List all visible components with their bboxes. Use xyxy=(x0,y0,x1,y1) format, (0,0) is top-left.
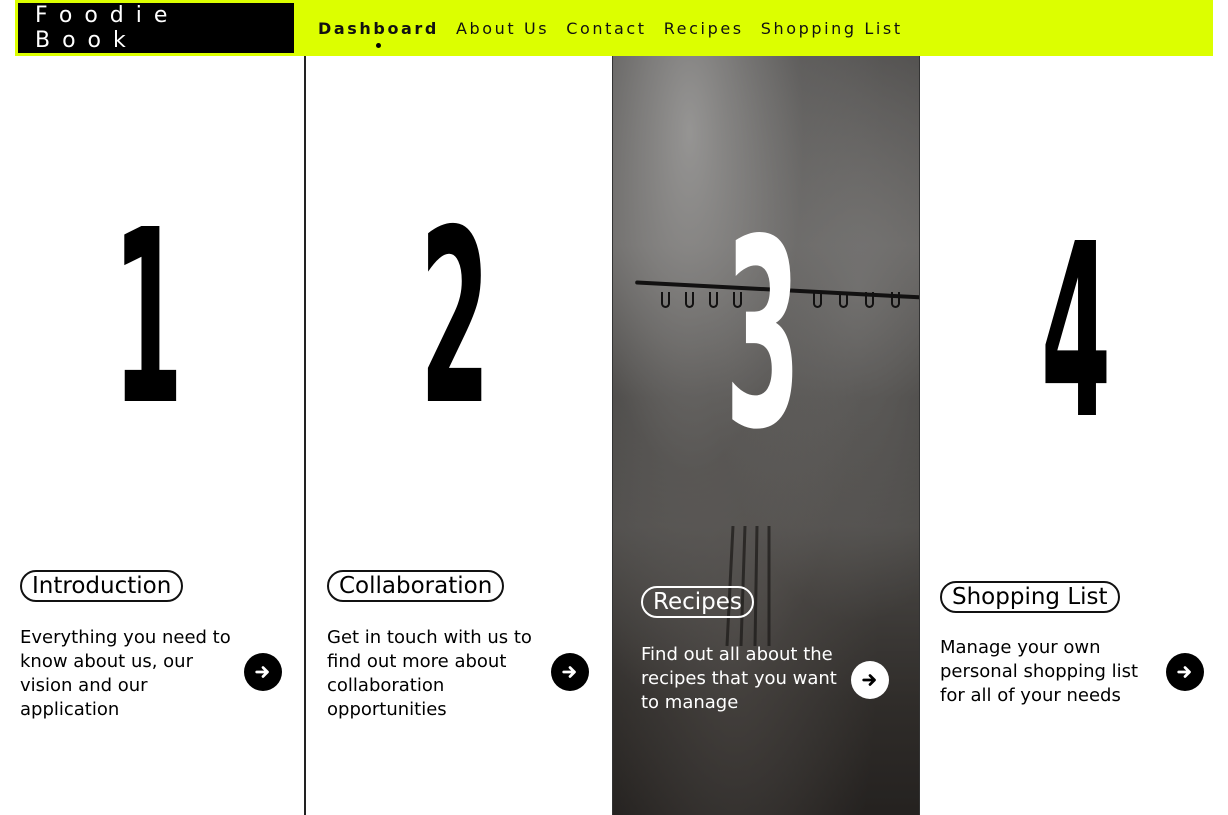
card-recipes[interactable]: 3 Recipes Find out all about the recipes… xyxy=(612,56,920,815)
nav-link-shopping-list[interactable]: Shopping List xyxy=(761,19,903,38)
brand-logo[interactable]: Foodie Book xyxy=(18,3,294,53)
nav-link-recipes[interactable]: Recipes xyxy=(664,19,744,38)
card-introduction[interactable]: 1 Introduction Everything you need to kn… xyxy=(0,56,306,815)
nav-link-contact[interactable]: Contact xyxy=(566,19,646,38)
nav-link-dashboard[interactable]: Dashboard xyxy=(318,18,439,48)
card-title-pill: Collaboration xyxy=(327,570,505,602)
nav-link-about-us[interactable]: About Us xyxy=(456,19,549,38)
nav-link-label: Contact xyxy=(566,18,647,38)
arrow-right-button[interactable] xyxy=(1166,653,1204,691)
card-shopping-list[interactable]: 4 Shopping List Manage your own personal… xyxy=(920,56,1228,815)
active-indicator-dot xyxy=(375,42,381,48)
main-nav: Dashboard About Us Contact Recipes Shopp… xyxy=(318,0,920,56)
card-description: Everything you need to know about us, ou… xyxy=(20,627,231,720)
arrow-right-icon xyxy=(862,674,876,686)
card-title-pill: Introduction xyxy=(20,570,184,602)
card-number: 2 xyxy=(419,178,491,458)
card-title-pill: Shopping List xyxy=(940,581,1120,613)
card-collaboration[interactable]: 2 Collaboration Get in touch with us to … xyxy=(306,56,612,815)
card-number: 4 xyxy=(1040,192,1112,472)
nav-link-label: Recipes xyxy=(663,18,744,38)
card-number: 1 xyxy=(112,178,184,458)
nav-link-label: Dashboard xyxy=(318,18,439,38)
arrow-right-button[interactable] xyxy=(851,661,889,699)
card-description: Manage your own personal shopping list f… xyxy=(940,637,1139,706)
card-number: 3 xyxy=(725,185,801,487)
top-navbar: Foodie Book Dashboard About Us Contact R… xyxy=(15,0,1213,56)
arrow-right-icon xyxy=(255,666,269,678)
arrow-right-icon xyxy=(562,666,576,678)
nav-link-label: About Us xyxy=(455,18,550,38)
nav-link-label: Shopping List xyxy=(760,18,903,38)
arrow-right-button[interactable] xyxy=(551,653,589,691)
card-description: Find out all about the recipes that you … xyxy=(641,644,837,713)
card-title-pill: Recipes xyxy=(641,586,754,618)
card-description: Get in touch with us to find out more ab… xyxy=(327,627,532,720)
arrow-right-button[interactable] xyxy=(244,653,282,691)
arrow-right-icon xyxy=(1177,666,1191,678)
